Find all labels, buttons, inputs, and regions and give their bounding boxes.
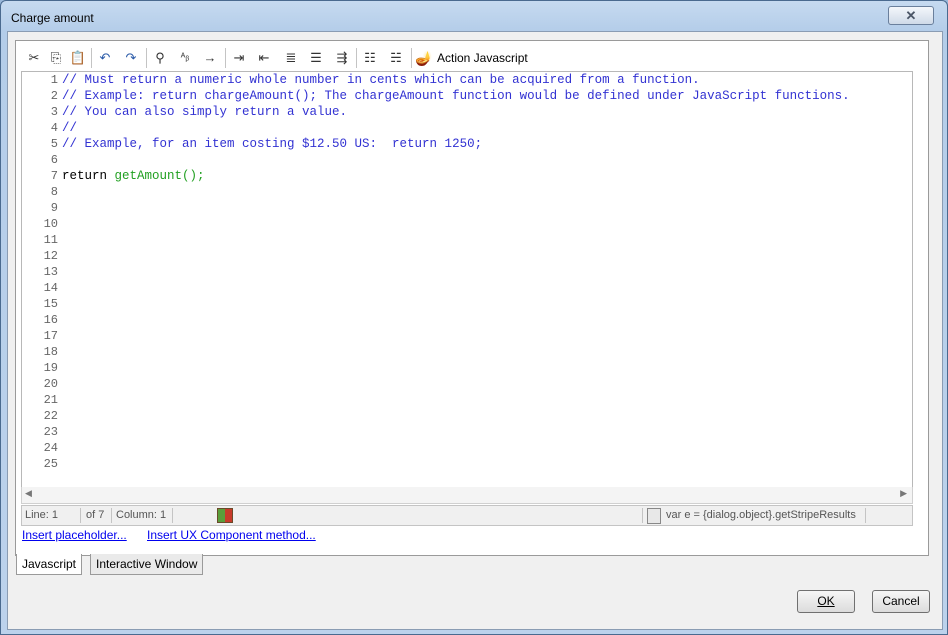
toolbar-separator: [356, 48, 357, 68]
indent-icon[interactable]: ⇥: [229, 48, 249, 68]
insert-ux-component-method-link[interactable]: Insert UX Component method...: [147, 528, 316, 542]
code-line-5: // Example, for an item costing $12.50 U…: [62, 137, 483, 151]
toolbar-separator: [411, 48, 412, 68]
function-call: getAmount();: [114, 169, 205, 183]
toolbar-separator: [225, 48, 226, 68]
code-editor[interactable]: 1 2 3 4 5 6 7 8 9 10 11 12 13 14 15 16 1: [21, 71, 913, 489]
status-line: Line: 1: [25, 509, 59, 521]
dialog-window: Charge amount ✕ ✂ ⎘ 📋 ↶ ↷ ⚲ ᴬᵦ → ⇥ ⇤ ≣ ☰…: [0, 0, 948, 635]
action-javascript-label: Action Javascript: [437, 51, 528, 65]
comment-icon[interactable]: ☷: [360, 48, 380, 68]
status-snippet: var e = {dialog.object}.getStripeResults: [666, 509, 856, 521]
status-line-count: of 7: [86, 509, 105, 521]
line-number: 11: [43, 233, 58, 247]
tab-interactive-window[interactable]: Interactive Window: [90, 554, 204, 575]
code-line-7: return getAmount();: [62, 168, 205, 184]
line-number: 13: [43, 265, 58, 279]
code-area[interactable]: // Must return a numeric whole number in…: [62, 72, 912, 488]
insert-icon[interactable]: ⇶: [332, 48, 352, 68]
line-number: 8: [50, 185, 58, 199]
line-number: 1: [50, 73, 58, 87]
line-number-gutter: 1 2 3 4 5 6 7 8 9 10 11 12 13 14 15 16 1: [22, 72, 61, 488]
return-keyword: return: [62, 169, 115, 183]
redo-icon[interactable]: ↷: [121, 48, 141, 68]
line-number: 23: [43, 425, 58, 439]
scroll-left-icon[interactable]: ◀: [25, 488, 32, 499]
line-number: 4: [50, 121, 58, 135]
line-number: 21: [43, 393, 58, 407]
line-number: 7: [50, 169, 58, 183]
genie-lamp-icon: 🪔: [415, 50, 433, 66]
book-icon[interactable]: [217, 508, 233, 523]
status-separator: [80, 508, 81, 523]
line-number: 3: [50, 105, 58, 119]
line-number: 14: [43, 281, 58, 295]
toolbar-separator: [91, 48, 92, 68]
status-separator: [642, 508, 643, 523]
status-separator: [865, 508, 866, 523]
outdent-icon[interactable]: ⇤: [254, 48, 274, 68]
line-number: 5: [50, 137, 58, 151]
ok-button[interactable]: OK: [797, 590, 855, 613]
line-number: 20: [43, 377, 58, 391]
line-number: 18: [43, 345, 58, 359]
document-icon: [647, 508, 661, 524]
code-line-1: // Must return a numeric whole number in…: [62, 73, 700, 87]
insert-placeholder-link[interactable]: Insert placeholder...: [22, 528, 127, 542]
find-icon[interactable]: ⚲: [150, 48, 170, 68]
line-number: 22: [43, 409, 58, 423]
goto-icon[interactable]: →: [200, 48, 220, 68]
line-number: 25: [43, 457, 58, 471]
copy-icon[interactable]: ⎘: [46, 48, 66, 68]
code-line-3: // You can also simply return a value.: [62, 105, 348, 119]
line-number: 9: [50, 201, 58, 215]
status-column: Column: 1: [116, 509, 167, 521]
align-right-icon[interactable]: ☰: [306, 48, 326, 68]
title-bar[interactable]: Charge amount ✕: [1, 1, 947, 31]
dialog-client: ✂ ⎘ 📋 ↶ ↷ ⚲ ᴬᵦ → ⇥ ⇤ ≣ ☰ ⇶ ☷ ☵ 🪔 Action …: [7, 31, 943, 630]
status-separator: [111, 508, 112, 523]
line-number: 10: [43, 217, 58, 231]
action-javascript-button[interactable]: 🪔 Action Javascript: [415, 48, 535, 68]
line-number: 19: [43, 361, 58, 375]
paste-icon[interactable]: 📋: [68, 48, 88, 68]
editor-toolbar: ✂ ⎘ 📋 ↶ ↷ ⚲ ᴬᵦ → ⇥ ⇤ ≣ ☰ ⇶ ☷ ☵ 🪔 Action …: [22, 46, 920, 69]
close-button[interactable]: ✕: [888, 6, 934, 25]
line-number: 12: [43, 249, 58, 263]
format-icon[interactable]: ≣: [281, 48, 301, 68]
line-number: 2: [50, 89, 58, 103]
replace-icon[interactable]: ᴬᵦ: [175, 48, 195, 68]
line-number: 15: [43, 297, 58, 311]
scroll-right-icon[interactable]: ▶: [900, 488, 907, 499]
window-title: Charge amount: [11, 11, 94, 25]
toolbar-separator: [146, 48, 147, 68]
line-number: 16: [43, 313, 58, 327]
editor-tabs: Javascript Interactive Window: [15, 554, 927, 576]
code-line-2: // Example: return chargeAmount(); The c…: [62, 89, 850, 103]
cut-icon[interactable]: ✂: [24, 48, 44, 68]
cancel-button[interactable]: Cancel: [872, 590, 930, 613]
uncomment-icon[interactable]: ☵: [386, 48, 406, 68]
undo-icon[interactable]: ↶: [95, 48, 115, 68]
line-number: 6: [50, 153, 58, 167]
horizontal-scrollbar[interactable]: ◀ ▶: [21, 487, 913, 504]
status-separator: [172, 508, 173, 523]
tab-javascript[interactable]: Javascript: [16, 554, 83, 575]
tab-panel: ✂ ⎘ 📋 ↶ ↷ ⚲ ᴬᵦ → ⇥ ⇤ ≣ ☰ ⇶ ☷ ☵ 🪔 Action …: [15, 40, 929, 556]
line-number: 24: [43, 441, 58, 455]
editor-status-bar: Line: 1 of 7 Column: 1 var e = {dialog.o…: [21, 505, 913, 526]
line-number: 17: [43, 329, 58, 343]
code-line-4: //: [62, 121, 78, 135]
